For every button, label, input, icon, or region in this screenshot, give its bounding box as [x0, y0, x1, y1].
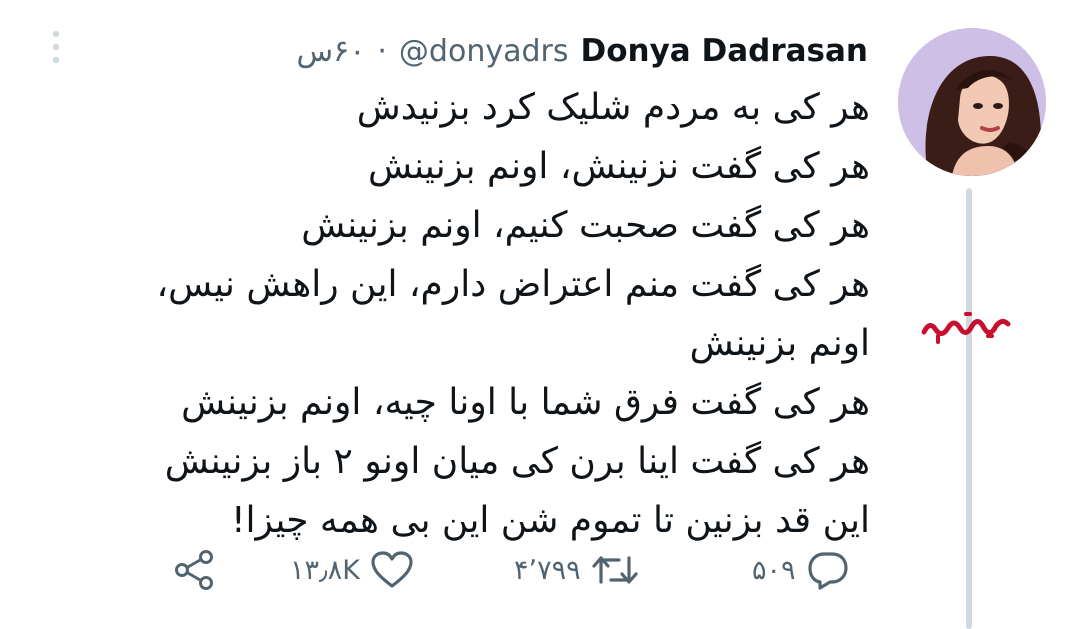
tweet-line: هر کی گفت نزنینش، اونم بزنینش — [368, 146, 870, 187]
tweet-line: هر کی گفت صحبت کنیم، اونم بزنینش — [301, 205, 870, 246]
retweet-count: ۴٬۷۹۹ — [514, 554, 581, 586]
tweet-screen: ۶۰س · @donyadrs Donya Dadrasan هر کی به … — [0, 0, 1080, 629]
share-button[interactable] — [172, 538, 216, 602]
share-icon — [172, 548, 216, 592]
reply-count: ۵۰۹ — [752, 554, 796, 586]
user-handle[interactable]: @donyadrs — [399, 34, 569, 69]
tweet-line: هر کی به مردم شلیک کرد بزنیدش — [356, 87, 870, 128]
tweet-line: هر کی گفت فرق شما با اونا چیه، اونم بزنی… — [181, 382, 870, 423]
retweet-icon — [591, 550, 639, 590]
tweet-line: هر کی گفت اینا برن کی میان اونو ۲ باز بز… — [164, 441, 870, 482]
tweet-text: هر کی به مردم شلیک کرد بزنیدش هر کی گفت … — [100, 78, 871, 550]
watermark-logo — [918, 306, 1014, 346]
action-bar: ۵۰۹ ۴٬۷۹۹ ۱۳٫۸K — [0, 538, 1080, 602]
user-display-name[interactable]: Donya Dadrasan — [580, 33, 868, 69]
header-separator: · — [377, 33, 387, 69]
reply-button[interactable]: ۵۰۹ — [752, 538, 850, 602]
like-button[interactable]: ۱۳٫۸K — [290, 538, 414, 602]
avatar[interactable] — [898, 28, 1046, 176]
retweet-button[interactable]: ۴٬۷۹۹ — [514, 538, 639, 602]
more-vertical-icon[interactable] — [46, 30, 66, 64]
like-count: ۱۳٫۸K — [290, 554, 360, 586]
reply-icon — [806, 550, 850, 590]
tweet-time[interactable]: ۶۰س — [297, 34, 366, 69]
tweet-header: ۶۰س · @donyadrs Donya Dadrasan — [297, 26, 868, 76]
heart-icon — [370, 550, 414, 590]
tweet-line: هر کی گفت منم اعتراض دارم، این راهش نیس،… — [156, 264, 871, 364]
